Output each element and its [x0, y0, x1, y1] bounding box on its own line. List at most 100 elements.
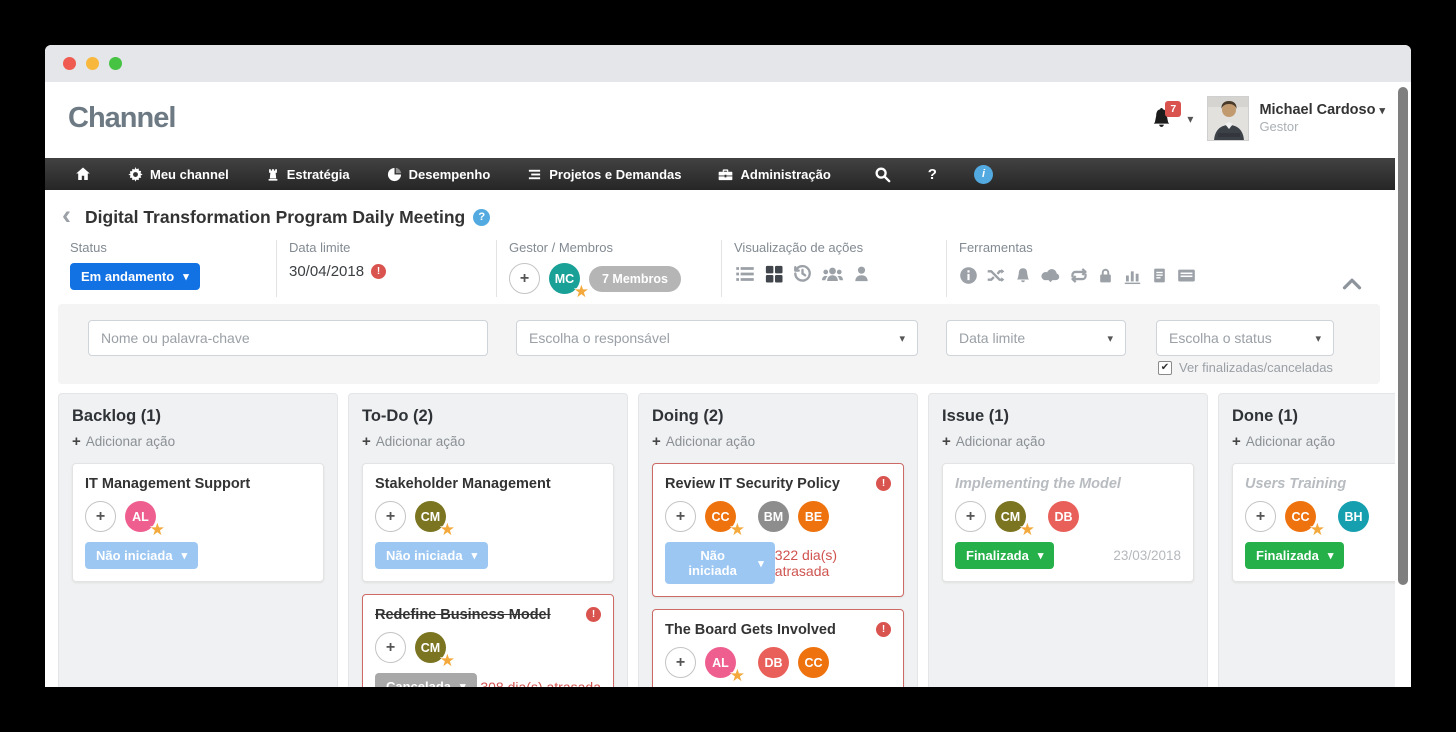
finish-date: 23/03/2018	[1113, 548, 1181, 563]
deadline-value: 30/04/2018!	[289, 263, 496, 280]
action-card[interactable]: Stakeholder Management + CM★ Não iniciad…	[362, 463, 614, 582]
avatar[interactable]: BE	[798, 501, 829, 532]
team-icon[interactable]	[821, 264, 844, 284]
add-member-button[interactable]: +	[955, 501, 986, 532]
caret-down-icon: ▾	[472, 549, 478, 562]
avatar[interactable]: CC★	[705, 501, 736, 532]
notifications-button[interactable]: 7 ▾	[1150, 107, 1193, 130]
gear-icon	[128, 167, 143, 182]
avatar[interactable]: AL★	[125, 501, 156, 532]
deadline-filter-select[interactable]: Data limite▾	[946, 320, 1126, 356]
nav-administracao[interactable]: Administração	[718, 167, 830, 182]
add-member-button[interactable]: +	[85, 501, 116, 532]
add-action-button[interactable]: +Adicionar ação	[72, 433, 324, 450]
user-name: Michael Cardoso	[1259, 102, 1375, 118]
minimize-window-button[interactable]	[86, 57, 99, 70]
nav-help[interactable]: ?	[928, 166, 937, 183]
zoom-window-button[interactable]	[109, 57, 122, 70]
responsible-select[interactable]: Escolha o responsável▾	[516, 320, 918, 356]
action-card[interactable]: IT Management Support + AL★ Não iniciada…	[72, 463, 324, 582]
overdue-text: 322 dia(s) atrasada	[775, 547, 891, 579]
avatar[interactable]: DB	[758, 647, 789, 678]
nav-projetos-demandas[interactable]: Projetos e Demandas	[527, 167, 681, 182]
add-member-button[interactable]: +	[1245, 501, 1276, 532]
nav-meu-channel[interactable]: Meu channel	[128, 167, 229, 182]
add-action-button[interactable]: +Adicionar ação	[362, 433, 614, 450]
info-icon[interactable]	[959, 266, 978, 285]
document-icon[interactable]	[1151, 266, 1168, 285]
card-status-button[interactable]: Não iniciada▾	[665, 542, 775, 584]
collapse-panel-button[interactable]	[1342, 277, 1362, 291]
card-list-icon[interactable]	[1176, 266, 1197, 285]
help-icon[interactable]: ?	[473, 209, 490, 226]
column-title: Backlog (1)	[72, 407, 324, 426]
action-card[interactable]: Redefine Business Model ! + CM★ Cancelad…	[362, 594, 614, 687]
avatar[interactable]: DB	[1048, 501, 1079, 532]
avatar[interactable]: AL★	[705, 647, 736, 678]
members-label: Gestor / Membros	[509, 240, 721, 255]
column-issue: Issue (1) +Adicionar ação Implementing t…	[928, 393, 1208, 687]
grid-view-icon[interactable]	[764, 264, 784, 284]
caret-down-icon: ▾	[1038, 549, 1044, 562]
person-icon[interactable]	[852, 264, 871, 284]
bell-icon[interactable]	[1014, 266, 1032, 285]
keyword-search-input[interactable]	[88, 320, 488, 356]
avatar[interactable]: CM★	[415, 501, 446, 532]
action-card[interactable]: The Board Gets Involved ! + AL★ DB CC	[652, 609, 904, 687]
list-view-icon[interactable]	[734, 264, 756, 284]
shuffle-icon[interactable]	[986, 266, 1006, 285]
user-avatar[interactable]	[1207, 96, 1249, 141]
card-status-button[interactable]: Não iniciada▾	[85, 542, 198, 569]
card-status-button[interactable]: Finalizada▾	[955, 542, 1054, 569]
manager-avatar[interactable]: MC★	[549, 263, 580, 294]
overdue-alert-icon: !	[876, 476, 891, 491]
add-action-button[interactable]: +Adicionar ação	[942, 433, 1194, 450]
back-button[interactable]: ‹	[62, 204, 71, 226]
window-titlebar	[45, 45, 1411, 82]
lock-icon[interactable]	[1097, 266, 1114, 285]
scrollbar-thumb[interactable]	[1398, 87, 1408, 585]
avatar[interactable]: BH	[1338, 501, 1369, 532]
card-title: Implementing the Model	[955, 476, 1121, 492]
add-member-button[interactable]: +	[375, 501, 406, 532]
add-action-button[interactable]: +Adicionar ação	[652, 433, 904, 450]
avatar[interactable]: CC★	[1285, 501, 1316, 532]
card-status-button[interactable]: Finalizada▾	[1245, 542, 1344, 569]
avatar[interactable]: BM	[758, 501, 789, 532]
members-count-button[interactable]: 7 Membros	[589, 266, 681, 292]
repeat-icon[interactable]	[1069, 266, 1089, 285]
project-status-button[interactable]: Em andamento▾	[70, 263, 200, 290]
action-card[interactable]: Users Training + CC★ BH Finalizada▾	[1232, 463, 1395, 582]
overdue-alert-icon: !	[586, 607, 601, 622]
add-member-button[interactable]: +	[509, 263, 540, 294]
column-title: To-Do (2)	[362, 407, 614, 426]
avatar[interactable]: CC	[798, 647, 829, 678]
star-icon: ★	[440, 520, 455, 540]
info-icon[interactable]: i	[974, 165, 993, 184]
action-card[interactable]: Implementing the Model + CM★ DB Finaliza…	[942, 463, 1194, 582]
nav-search[interactable]	[874, 166, 891, 183]
show-finished-checkbox[interactable]: ✔ Ver finalizadas/canceladas	[1158, 360, 1333, 375]
add-member-button[interactable]: +	[665, 647, 696, 678]
add-member-button[interactable]: +	[375, 632, 406, 663]
avatar[interactable]: CM★	[995, 501, 1026, 532]
close-window-button[interactable]	[63, 57, 76, 70]
add-member-button[interactable]: +	[665, 501, 696, 532]
card-status-button[interactable]: Não iniciada▾	[375, 542, 488, 569]
nav-estrategia[interactable]: Estratégia	[266, 167, 350, 182]
action-card[interactable]: Review IT Security Policy ! + CC★ BM BE	[652, 463, 904, 597]
notification-count-badge: 7	[1165, 101, 1181, 117]
nav-desempenho[interactable]: Desempenho	[387, 167, 491, 182]
card-status-button[interactable]: Cancelada▾	[375, 673, 477, 687]
deadline-alert-icon: !	[371, 264, 386, 279]
nav-home[interactable]	[75, 166, 91, 182]
user-menu[interactable]: Michael Cardoso▾ Gestor	[1259, 101, 1385, 135]
avatar[interactable]: CM★	[415, 632, 446, 663]
checkbox-checked-icon: ✔	[1158, 361, 1172, 375]
add-action-button[interactable]: +Adicionar ação	[1232, 433, 1395, 450]
status-filter-select[interactable]: Escolha o status▾	[1156, 320, 1334, 356]
cloud-download-icon[interactable]	[1040, 266, 1061, 285]
bar-chart-icon[interactable]	[1122, 266, 1143, 285]
history-icon[interactable]	[792, 263, 813, 284]
column-done: Done (1) +Adicionar ação Users Training …	[1218, 393, 1395, 687]
